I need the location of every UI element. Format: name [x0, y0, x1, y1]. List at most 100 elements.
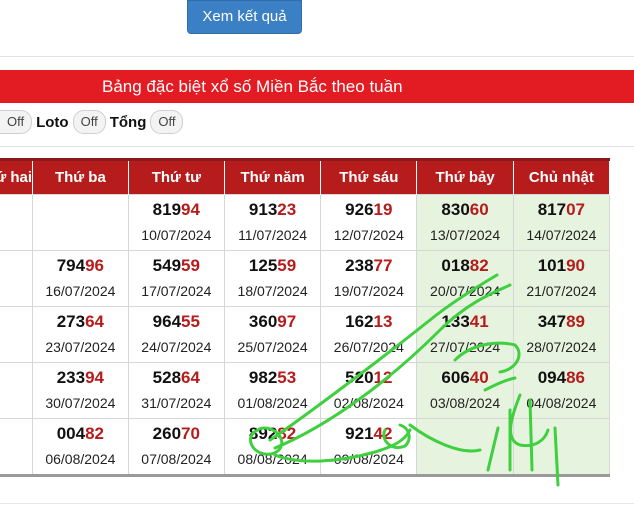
- number-head: 520: [345, 368, 374, 387]
- number-head: 125: [248, 256, 278, 275]
- result-date: 21/07/2024: [526, 283, 597, 299]
- number-tail: 13: [373, 312, 393, 331]
- result-date: 01/08/2024: [237, 395, 308, 411]
- result-number: 96455: [129, 311, 223, 333]
- result-date: 20/07/2024: [430, 283, 501, 299]
- result-number: 13341: [418, 311, 512, 333]
- result-date: 11/07/2024: [238, 227, 308, 243]
- result-number: 09486: [514, 367, 608, 389]
- number-tail: 82: [85, 424, 105, 443]
- column-header: Thứ năm: [223, 158, 322, 195]
- number-tail: 07: [566, 200, 585, 219]
- toggle-loto[interactable]: Off: [72, 110, 106, 134]
- number-head: 233: [56, 368, 86, 387]
- result-cell: 27364 23/07/2024: [32, 306, 129, 363]
- result-cell: 52864 31/07/2024: [127, 362, 225, 419]
- result-number: 54959: [129, 255, 223, 277]
- result-date: 08/08/2024: [237, 451, 308, 467]
- result-cell: 91323 11/07/2024: [223, 194, 322, 251]
- result-cell: 01882 20/07/2024: [416, 250, 514, 307]
- number-head: 964: [152, 312, 182, 331]
- column-header: Thứ tư: [127, 158, 225, 195]
- result-date: 30/07/2024: [45, 395, 116, 411]
- toggle-label-loto: Loto: [36, 113, 69, 131]
- result-date: 31/07/2024: [141, 395, 212, 411]
- toggle-first[interactable]: Off: [0, 110, 33, 134]
- result-cell: 81707 14/07/2024: [512, 194, 611, 251]
- result-cell: [512, 418, 611, 477]
- result-number: 10190: [514, 255, 608, 277]
- result-date: 12/07/2024: [333, 227, 404, 243]
- result-cell: 34789 28/07/2024: [512, 306, 611, 363]
- result-date: 03/08/2024: [430, 395, 501, 411]
- result-date: 16/07/2024: [45, 283, 116, 299]
- number-tail: 90: [566, 256, 585, 275]
- number-head: 162: [345, 312, 374, 331]
- result-cell: 16213 26/07/2024: [320, 306, 418, 363]
- toggle-tong[interactable]: Off: [150, 110, 184, 134]
- result-cell: 92142 09/08/2024: [320, 418, 418, 477]
- result-cell: [0, 306, 34, 363]
- result-cell: 00482 06/08/2024: [32, 418, 129, 477]
- result-number: 23877: [322, 255, 416, 277]
- result-number: 34789: [514, 311, 608, 333]
- column-header: Chủ nhật: [512, 158, 611, 195]
- result-number: 83060: [418, 199, 512, 221]
- result-number: 36097: [225, 311, 319, 333]
- result-cell: [0, 194, 34, 251]
- result-number: 16213: [322, 311, 416, 333]
- number-head: 360: [248, 312, 278, 331]
- number-tail: 41: [469, 312, 489, 331]
- result-number: 98253: [225, 367, 319, 389]
- result-cell: 26070 07/08/2024: [127, 418, 225, 477]
- number-head: 004: [56, 424, 86, 443]
- column-header: Thứ ba: [32, 158, 129, 195]
- number-tail: 42: [373, 424, 393, 443]
- result-number: 81707: [514, 199, 608, 221]
- result-cell: [0, 362, 34, 419]
- result-cell: [32, 194, 129, 251]
- results-table: Thứ haiThứ baThứ tưThứ nămThứ sáuThứ bảy…: [0, 158, 611, 477]
- result-number: 79496: [34, 255, 128, 277]
- number-head: 133: [441, 312, 470, 331]
- result-date: 02/08/2024: [333, 395, 404, 411]
- result-date: 04/08/2024: [526, 395, 597, 411]
- number-head: 830: [441, 200, 470, 219]
- result-cell: 79496 16/07/2024: [32, 250, 129, 307]
- number-head: 794: [56, 256, 86, 275]
- number-tail: 94: [85, 368, 105, 387]
- number-tail: 89: [566, 312, 585, 331]
- result-date: 19/07/2024: [333, 283, 404, 299]
- result-cell: 60640 03/08/2024: [416, 362, 514, 419]
- result-date: 25/07/2024: [237, 339, 308, 355]
- view-results-button[interactable]: Xem kết quả: [187, 0, 302, 34]
- number-tail: 82: [277, 424, 297, 443]
- result-date: 14/07/2024: [526, 227, 597, 243]
- number-head: 926: [345, 200, 374, 219]
- result-cell: 89282 08/08/2024: [223, 418, 322, 477]
- result-cell: 83060 13/07/2024: [416, 194, 514, 251]
- number-tail: 96: [85, 256, 105, 275]
- column-header: Thứ bảy: [416, 158, 514, 195]
- result-date: 18/07/2024: [237, 283, 308, 299]
- number-head: 921: [345, 424, 374, 443]
- result-cell: 13341 27/07/2024: [416, 306, 514, 363]
- divider: [0, 146, 634, 147]
- result-number: 92619: [322, 199, 416, 221]
- number-head: 982: [248, 368, 278, 387]
- result-cell: 36097 25/07/2024: [223, 306, 322, 363]
- table-row: 27364 23/07/2024 96455 24/07/2024 36097 25/07…: [0, 306, 611, 363]
- result-number: 92142: [322, 423, 416, 445]
- result-number: 89282: [225, 423, 319, 445]
- number-head: 913: [248, 200, 278, 219]
- number-head: 273: [56, 312, 86, 331]
- result-date: 23/07/2024: [45, 339, 116, 355]
- result-number: 60640: [418, 367, 512, 389]
- number-tail: 59: [277, 256, 297, 275]
- number-tail: 59: [181, 256, 200, 275]
- result-cell: 23877 19/07/2024: [320, 250, 418, 307]
- result-cell: 92619 12/07/2024: [320, 194, 418, 251]
- header-row: Thứ haiThứ baThứ tưThứ nămThứ sáuThứ bảy…: [0, 158, 611, 195]
- result-cell: [0, 418, 34, 477]
- number-head: 892: [248, 424, 278, 443]
